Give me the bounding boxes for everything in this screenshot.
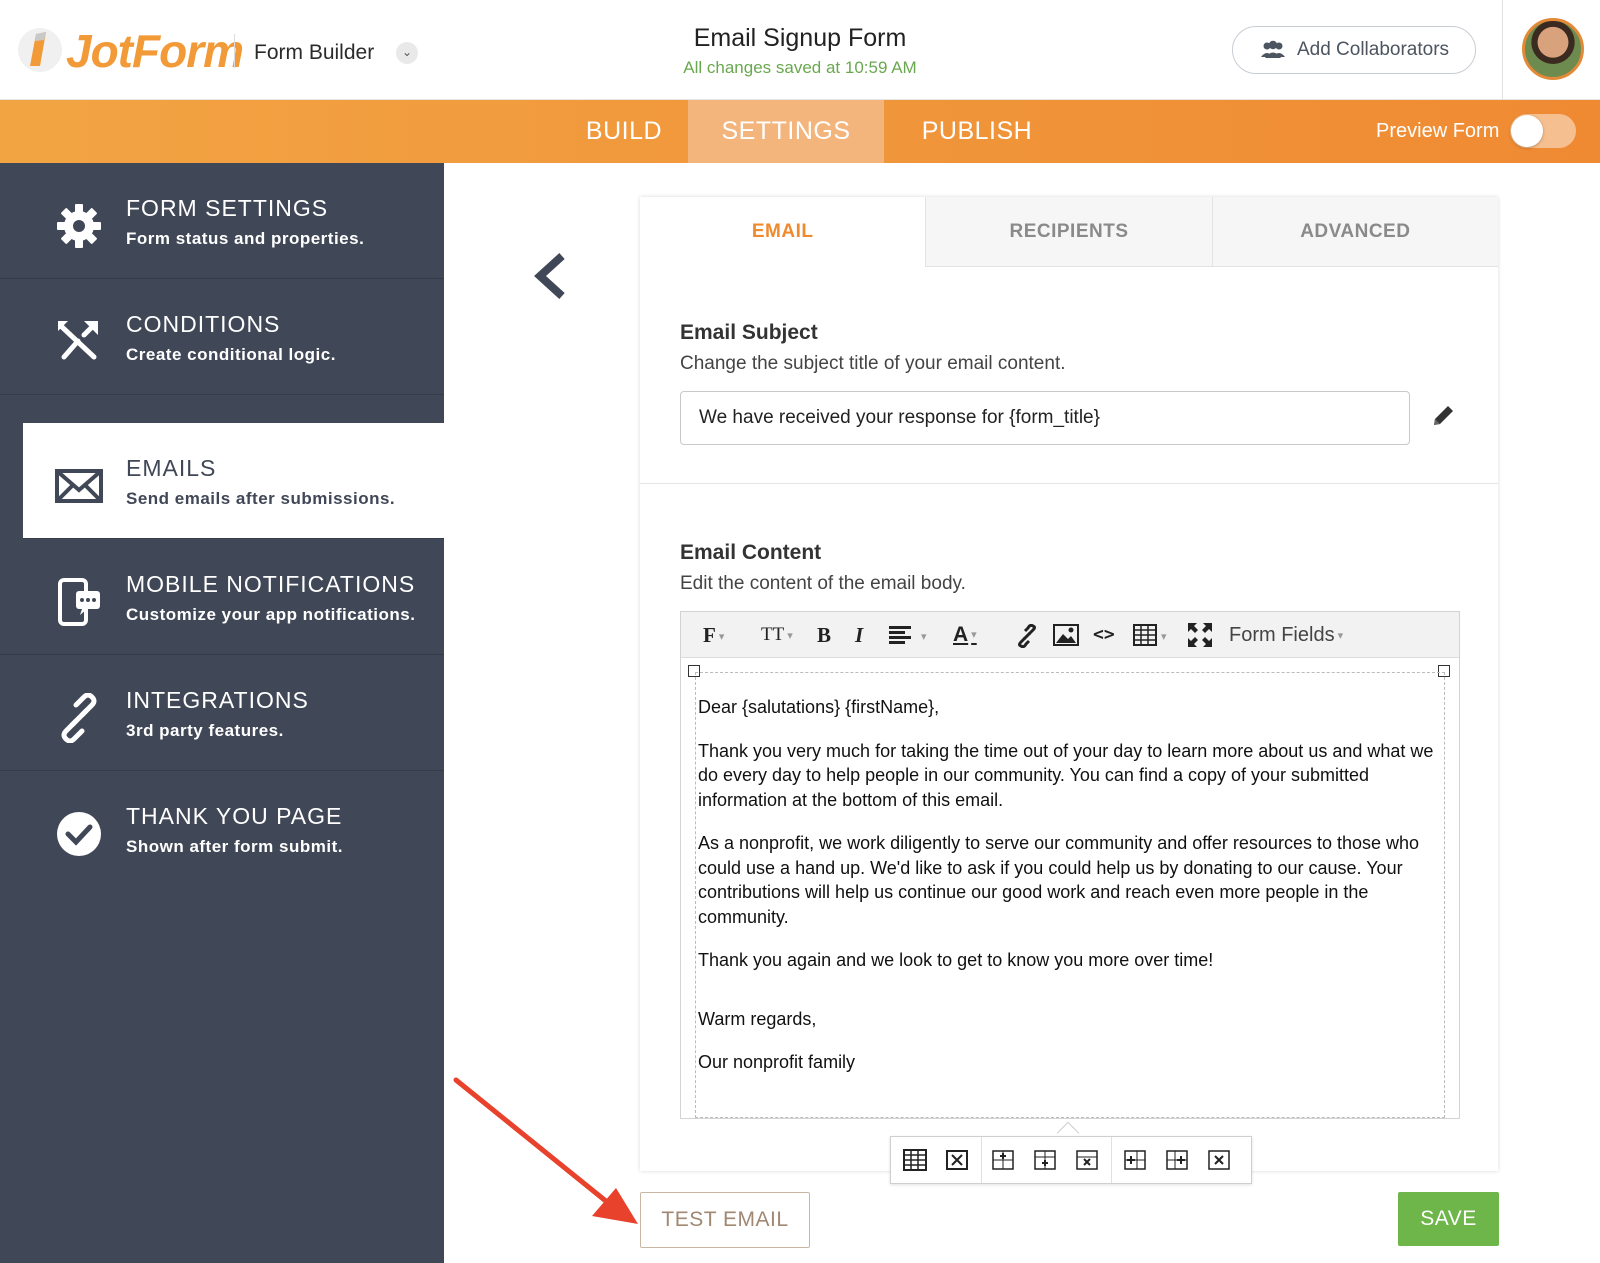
code-icon[interactable]: <> (1093, 622, 1115, 648)
sidebar-item-subtitle: Send emails after submissions. (126, 489, 396, 508)
editor-toolbar: F TT B I ▾ A <> ▾ (681, 612, 1459, 658)
insert-row-after-icon[interactable] (1033, 1149, 1057, 1171)
email-body-paragraph: Warm regards, (698, 1008, 817, 1029)
form-fields-dropdown[interactable]: Form Fields (1229, 622, 1343, 648)
table-icon[interactable] (1133, 624, 1157, 646)
sidebar-item-subtitle: Form status and properties. (126, 229, 365, 248)
sidebar-item-conditions[interactable]: CONDITIONS Create conditional logic. (0, 279, 444, 395)
sidebar-item-title: FORM SETTINGS (126, 195, 329, 221)
brand-logo[interactable]: JotForm (66, 24, 244, 78)
avatar[interactable] (1522, 18, 1584, 80)
text-color-button[interactable]: A (953, 622, 977, 648)
top-header: JotForm Form Builder ⌄ Email Signup Form… (0, 0, 1600, 100)
email-settings-panel: EMAIL RECIPIENTS ADVANCED Email Subject … (640, 197, 1498, 1171)
envelope-icon (55, 469, 103, 503)
tab-publish[interactable]: PUBLISH (884, 100, 1070, 163)
email-body-paragraph: Our nonprofit family (698, 1052, 856, 1072)
sidebar-item-subtitle: Customize your app notifications. (126, 605, 416, 624)
save-button[interactable]: SAVE (1398, 1192, 1499, 1246)
tab-settings[interactable]: SETTINGS (688, 100, 884, 163)
form-fields-label: Form Fields (1229, 624, 1335, 646)
tab-build[interactable]: BUILD (560, 100, 688, 163)
email-subject-description: Change the subject title of your email c… (680, 353, 1066, 374)
font-family-button[interactable]: F (703, 622, 724, 648)
preview-toggle-knob[interactable] (1511, 115, 1543, 147)
fullscreen-icon[interactable] (1187, 622, 1213, 648)
sidebar-item-title: INTEGRATIONS (126, 687, 309, 713)
chevron-down-icon[interactable]: ▾ (921, 624, 927, 650)
font-size-label: TT (761, 624, 785, 645)
chevron-down-icon[interactable]: ▾ (1161, 624, 1167, 650)
check-circle-icon (57, 812, 101, 856)
add-collaborators-label: Add Collaborators (1296, 39, 1450, 60)
header-divider (234, 34, 235, 68)
section-divider (640, 483, 1498, 484)
preview-form-label: Preview Form (1376, 120, 1500, 142)
insert-row-before-icon[interactable] (991, 1149, 1015, 1171)
subtab-email[interactable]: EMAIL (640, 197, 926, 267)
link-icon[interactable] (1015, 624, 1039, 648)
sidebar-item-mobile-notifications[interactable]: MOBILE NOTIFICATIONS Customize your app … (0, 539, 444, 655)
mobile-chat-icon (58, 578, 100, 626)
toolbar-separator (981, 1137, 982, 1183)
sidebar-item-subtitle: Shown after form submit. (126, 837, 343, 856)
subtab-recipients[interactable]: RECIPIENTS (925, 197, 1212, 267)
chevron-left-icon[interactable] (532, 252, 568, 300)
email-subject-input[interactable]: We have received your response for {form… (680, 391, 1410, 445)
header-separator (1502, 0, 1503, 100)
delete-table-icon[interactable] (945, 1149, 969, 1171)
main-nav: BUILD SETTINGS PUBLISH Preview Form (0, 100, 1600, 163)
insert-column-before-icon[interactable] (1123, 1149, 1147, 1171)
rich-text-editor: F TT B I ▾ A <> ▾ (680, 611, 1460, 1119)
email-body-paragraph: Thank you very much for taking the time … (698, 740, 1434, 810)
align-left-icon[interactable] (887, 624, 913, 646)
font-size-button[interactable]: TT (761, 622, 793, 648)
sidebar-item-title: CONDITIONS (126, 311, 281, 337)
table-properties-icon[interactable] (903, 1149, 927, 1171)
settings-sidebar: FORM SETTINGS Form status and properties… (0, 163, 444, 1263)
gear-icon (57, 204, 101, 248)
text-color-label: A (953, 623, 969, 646)
delete-row-icon[interactable] (1075, 1149, 1099, 1171)
toolbar-separator (1111, 1137, 1112, 1183)
table-context-toolbar (890, 1136, 1252, 1184)
sidebar-item-title: EMAILS (126, 455, 217, 481)
sidebar-item-thank-you-page[interactable]: THANK YOU PAGE Shown after form submit. (0, 771, 444, 887)
app-label[interactable]: Form Builder (254, 41, 374, 65)
pencil-icon[interactable] (1430, 403, 1456, 429)
email-body-paragraph: Dear {salutations} {firstName}, (698, 697, 940, 717)
sidebar-item-title: THANK YOU PAGE (126, 803, 343, 829)
subtab-advanced[interactable]: ADVANCED (1211, 197, 1498, 267)
sidebar-item-subtitle: Create conditional logic. (126, 345, 336, 364)
sidebar-item-title: MOBILE NOTIFICATIONS (126, 571, 416, 597)
bold-button[interactable]: B (817, 622, 831, 648)
sidebar-item-integrations[interactable]: INTEGRATIONS 3rd party features. (0, 655, 444, 771)
pencil-logo-icon[interactable] (16, 26, 64, 74)
email-subtabs: EMAIL RECIPIENTS ADVANCED (640, 197, 1498, 267)
email-subject-title: Email Subject (680, 321, 818, 344)
email-body-editor[interactable]: Dear {salutations} {firstName}, Thank yo… (695, 672, 1445, 1118)
sidebar-item-form-settings[interactable]: FORM SETTINGS Form status and properties… (0, 163, 444, 279)
save-status: All changes saved at 10:59 AM (683, 58, 917, 77)
email-content-title: Email Content (680, 541, 822, 564)
image-icon[interactable] (1053, 624, 1079, 646)
form-title[interactable]: Email Signup Form (560, 24, 1040, 53)
annotation-arrow-icon (453, 1077, 638, 1224)
font-family-label: F (703, 623, 716, 647)
link-icon (61, 693, 97, 743)
add-collaborators-button[interactable]: Add Collaborators (1232, 26, 1476, 74)
delete-column-icon[interactable] (1207, 1149, 1231, 1171)
sidebar-item-subtitle: 3rd party features. (126, 721, 284, 740)
test-email-button[interactable]: TEST EMAIL (640, 1192, 810, 1248)
email-body-paragraph: Thank you again and we look to get to kn… (698, 950, 1214, 970)
users-icon (1260, 40, 1285, 58)
chevron-down-icon[interactable]: ⌄ (396, 42, 418, 64)
conditions-icon (58, 321, 98, 360)
email-body-paragraph: As a nonprofit, we work diligently to se… (698, 833, 1420, 927)
insert-column-after-icon[interactable] (1165, 1149, 1189, 1171)
email-content-description: Edit the content of the email body. (680, 573, 966, 594)
sidebar-item-emails[interactable]: EMAILS Send emails after submissions. (23, 423, 444, 539)
italic-button[interactable]: I (855, 622, 863, 648)
